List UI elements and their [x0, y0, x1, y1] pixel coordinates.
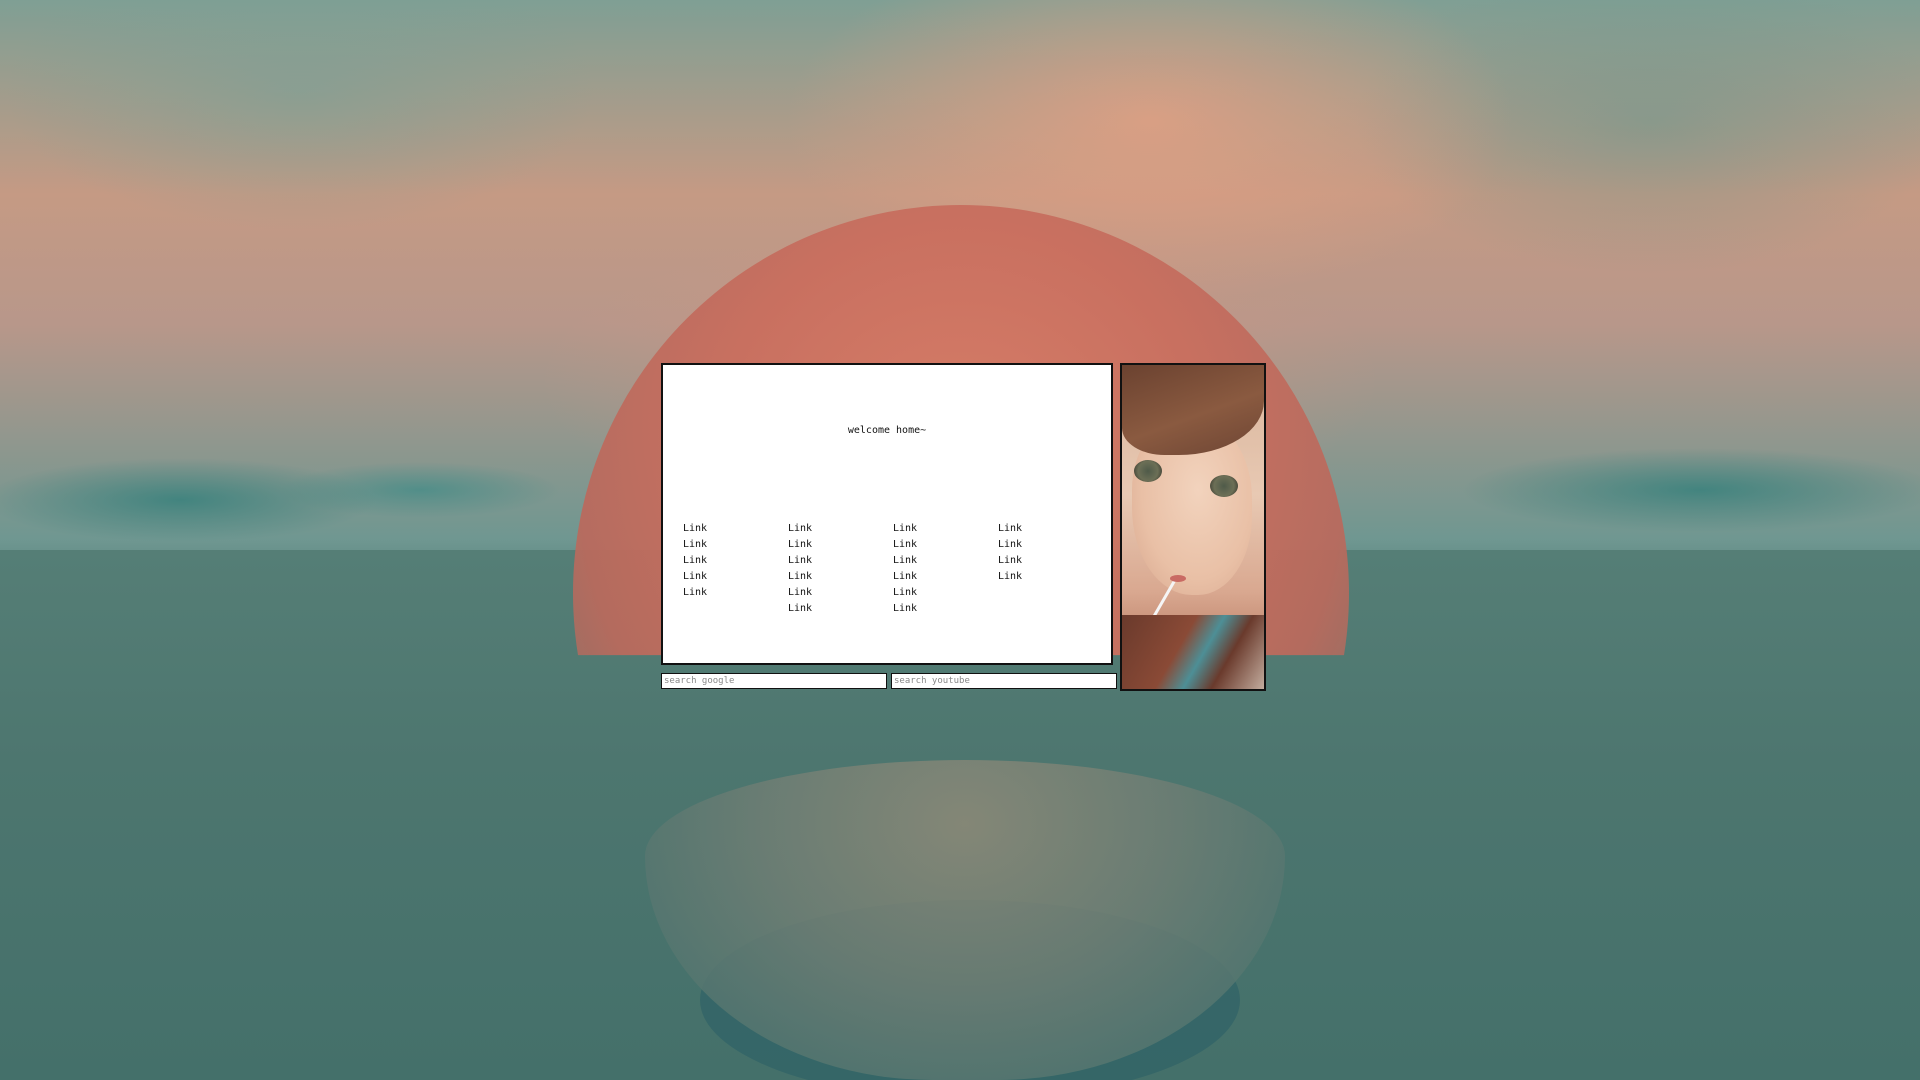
link-item[interactable]: Link [788, 569, 893, 585]
link-item[interactable]: Link [788, 521, 893, 537]
welcome-heading: welcome home~ [847, 425, 927, 436]
link-column: Link Link Link Link [998, 521, 1103, 617]
youtube-search-input[interactable] [891, 673, 1117, 689]
link-item[interactable]: Link [788, 585, 893, 601]
link-item[interactable]: Link [788, 553, 893, 569]
google-search-input[interactable] [661, 673, 887, 689]
eye [1134, 460, 1162, 482]
link-item[interactable]: Link [788, 537, 893, 553]
eye [1210, 475, 1238, 497]
link-item[interactable]: Link [893, 585, 998, 601]
link-item[interactable]: Link [893, 569, 998, 585]
link-item[interactable]: Link [683, 569, 788, 585]
link-item[interactable]: Link [683, 585, 788, 601]
hair [1122, 365, 1264, 455]
link-item[interactable]: Link [998, 553, 1103, 569]
mouth [1170, 575, 1186, 582]
link-item[interactable]: Link [683, 521, 788, 537]
link-item[interactable]: Link [893, 537, 998, 553]
startpage-panel: welcome home~ Link Link Link Link Link L… [661, 363, 1113, 665]
link-column: Link Link Link Link Link Link [788, 521, 893, 617]
link-item[interactable]: Link [683, 537, 788, 553]
anime-girl-image [1120, 363, 1266, 691]
link-item[interactable]: Link [998, 537, 1103, 553]
link-item[interactable]: Link [683, 553, 788, 569]
link-item[interactable]: Link [893, 521, 998, 537]
link-item[interactable]: Link [788, 601, 893, 617]
link-item[interactable]: Link [893, 601, 998, 617]
link-column: Link Link Link Link Link [683, 521, 788, 617]
link-item[interactable]: Link [893, 553, 998, 569]
link-grid: Link Link Link Link Link Link Link Link … [683, 521, 1103, 617]
link-item[interactable]: Link [998, 569, 1103, 585]
link-item[interactable]: Link [998, 521, 1103, 537]
link-column: Link Link Link Link Link Link [893, 521, 998, 617]
suit [1122, 615, 1264, 689]
